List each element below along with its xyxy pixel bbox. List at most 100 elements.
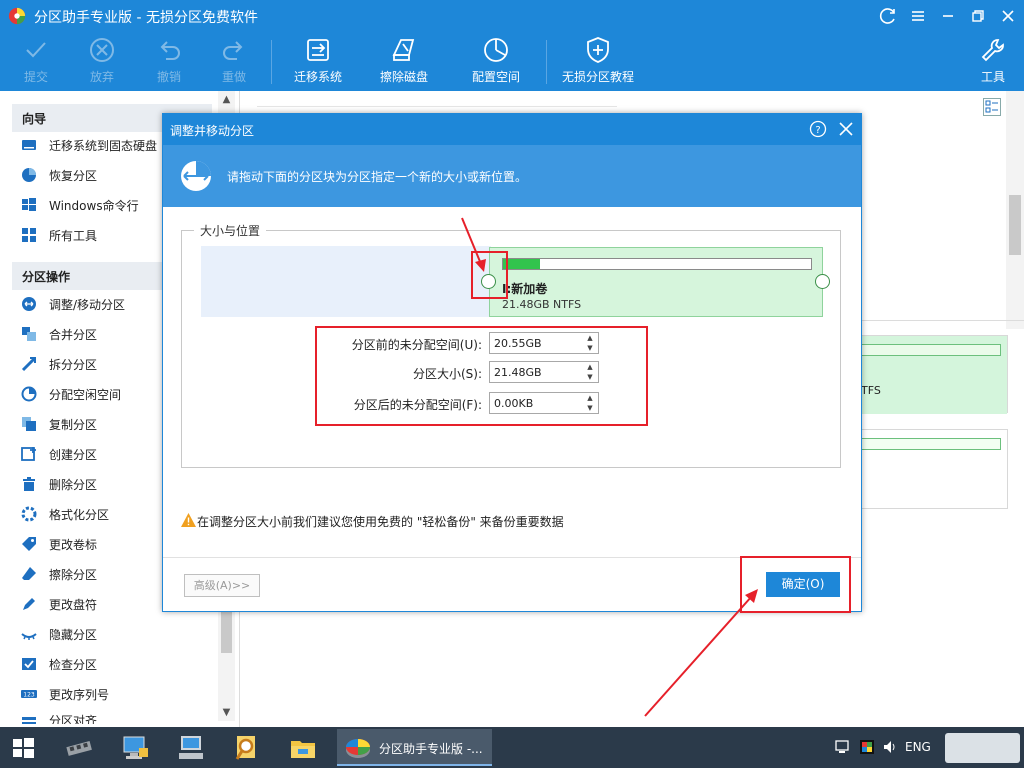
help-icon[interactable]: ? (809, 120, 827, 138)
sidebar-item-align[interactable]: 分区对齐 (20, 712, 210, 724)
toolbar-separator (271, 40, 272, 84)
align-icon (20, 712, 38, 724)
view-toggle-icon[interactable] (983, 98, 1001, 116)
right-resize-handle[interactable] (815, 274, 830, 289)
taskbar-network-app[interactable] (112, 730, 158, 766)
taskbar-app-label: 分区助手专业版 -... (379, 742, 483, 756)
svg-text:123: 123 (23, 692, 35, 699)
divider (860, 320, 1024, 321)
delete-icon (20, 475, 38, 493)
refresh-icon[interactable] (876, 4, 900, 28)
label-icon (20, 535, 38, 553)
toolbar-separator (546, 40, 547, 84)
tray-language[interactable]: ENG (905, 740, 931, 754)
folder-icon (291, 741, 315, 758)
scrollbar-thumb[interactable] (221, 611, 232, 653)
partition-block[interactable]: I:新加卷 21.48GB NTFS (489, 247, 823, 317)
scrollbar-thumb[interactable] (1009, 195, 1021, 255)
tray-network-icon[interactable] (835, 739, 851, 755)
recover-icon (20, 166, 38, 184)
allocate-space-button[interactable]: 配置空间 (468, 35, 524, 89)
divider (257, 106, 617, 107)
warning-icon (181, 513, 196, 527)
partition-fs-text: TFS (861, 384, 881, 397)
drive-letter-icon (20, 595, 38, 613)
svg-text:?: ? (815, 125, 820, 136)
group-label: 大小与位置 (194, 222, 267, 239)
wipe-disk-button[interactable]: 擦除磁盘 (376, 35, 432, 89)
highlight-left-handle (471, 251, 508, 299)
taskbar-hardware-app[interactable] (56, 730, 102, 766)
tray-clock[interactable] (945, 733, 1020, 763)
taskbar-file-explorer[interactable] (280, 730, 326, 766)
sidebar-item-serial[interactable]: 123 更改序列号 (20, 682, 210, 706)
disk-partition-panel[interactable]: TFS (860, 335, 1008, 414)
taskbar-device-app[interactable] (168, 730, 214, 766)
resize-move-icon (181, 161, 211, 191)
taskbar-active-app[interactable]: 分区助手专业版 -... (337, 729, 492, 766)
partition-name: I:新加卷 (502, 282, 548, 296)
tray-color-icon[interactable] (859, 739, 875, 755)
partition-usage-fill (503, 259, 540, 269)
title-bar: 分区助手专业版 - 无损分区免费软件 (0, 0, 1024, 32)
tools-button[interactable]: 工具 (978, 35, 1008, 89)
disk-partition-panel[interactable] (860, 429, 1008, 509)
allocate-icon (20, 385, 38, 403)
start-button[interactable] (0, 730, 46, 766)
copy-icon (20, 415, 38, 433)
pc-keyboard-icon (179, 736, 203, 759)
sidebar-item-hide[interactable]: 隐藏分区 (20, 622, 210, 646)
highlight-size-fields (315, 326, 648, 426)
tray-volume-icon[interactable] (882, 739, 898, 755)
all-tools-icon (20, 226, 38, 244)
check-partition-icon (20, 655, 38, 673)
partition-usage-bar (861, 438, 1001, 450)
create-icon (20, 445, 38, 463)
wipe-disk-icon (392, 39, 415, 61)
windows-icon (20, 196, 38, 214)
windows-start-icon (13, 738, 34, 758)
redo-button[interactable]: 重做 (216, 35, 252, 89)
merge-icon (20, 325, 38, 343)
undo-button[interactable]: 撤销 (151, 35, 187, 89)
migrate-os-button[interactable]: 迁移系统 (290, 35, 346, 89)
wipe-icon (20, 565, 38, 583)
close-icon[interactable] (996, 4, 1020, 28)
scroll-up-icon[interactable]: ▲ (218, 91, 235, 108)
partition-usage-bar (861, 344, 1001, 356)
tutorial-button[interactable]: 无损分区教程 (560, 35, 636, 89)
serial-icon: 123 (20, 685, 38, 703)
undo-icon (160, 41, 180, 60)
partition-usage-bar (502, 258, 812, 270)
partition-assistant-icon (346, 739, 370, 758)
resize-icon (20, 295, 38, 313)
migrate-ssd-icon (20, 136, 38, 154)
taskbar-search-app[interactable] (224, 730, 270, 766)
wrench-icon (981, 39, 1004, 62)
redo-icon (223, 41, 243, 60)
discard-button[interactable]: 放弃 (84, 35, 120, 89)
discard-icon (90, 38, 114, 62)
dialog-close-icon[interactable] (836, 119, 856, 139)
advanced-button[interactable]: 高级(A)>> (184, 574, 260, 597)
dialog-title: 调整并移动分区 (170, 124, 255, 138)
minimize-icon[interactable] (936, 4, 960, 28)
window-title: 分区助手专业版 - 无损分区免费软件 (34, 10, 258, 26)
restore-icon[interactable] (966, 4, 990, 28)
unallocated-space-before (201, 246, 491, 317)
split-icon (20, 355, 38, 373)
dialog-title-bar[interactable]: 调整并移动分区 ? (163, 114, 861, 145)
submit-button[interactable]: 提交 (18, 35, 54, 89)
migrate-os-icon (307, 39, 329, 61)
toolbar: 提交 放弃 撤销 重做 迁移系统 擦除磁盘 配置空间 无损分区教程 工具 (0, 32, 1024, 91)
scroll-down-icon[interactable]: ▼ (218, 704, 235, 721)
allocate-space-icon (484, 38, 508, 62)
menu-icon[interactable] (906, 4, 930, 28)
main-scrollbar[interactable] (1006, 91, 1024, 329)
app-logo-icon (8, 7, 26, 25)
shield-icon (587, 37, 609, 63)
banner-instruction: 请拖动下面的分区块为分区指定一个新的大小或新位置。 (227, 170, 528, 184)
sidebar-item-check[interactable]: 检查分区 (20, 652, 210, 676)
memory-chip-icon (66, 741, 92, 756)
taskbar: 分区助手专业版 -... ENG (0, 727, 1024, 768)
